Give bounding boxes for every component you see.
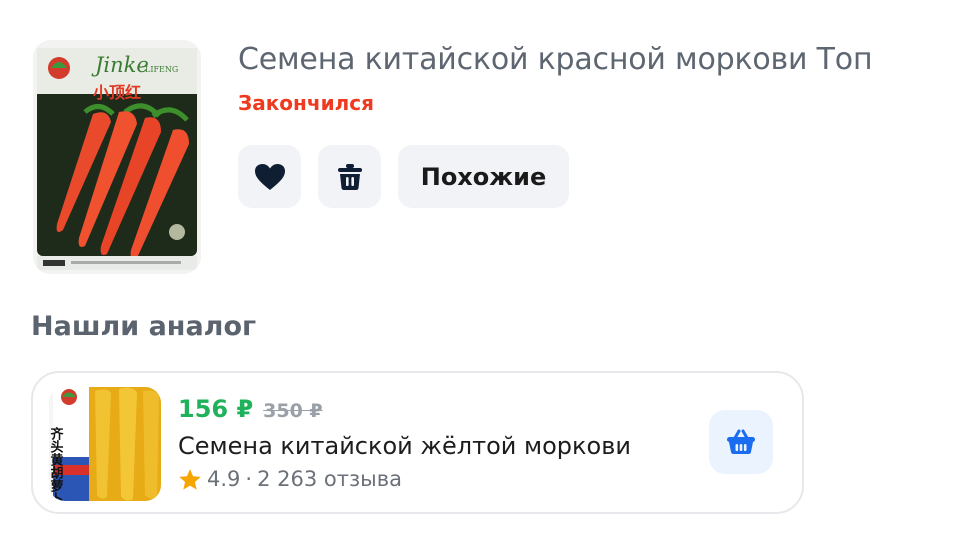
current-price: 156 ₽	[178, 395, 254, 423]
similar-button[interactable]: Похожие	[398, 145, 569, 208]
similar-button-label: Похожие	[420, 162, 547, 191]
carrot-seed-pack-image: Jinke LIFENG 小顶红	[33, 40, 201, 274]
delete-button[interactable]	[318, 145, 381, 208]
star-icon	[179, 468, 201, 490]
add-to-cart-button[interactable]	[709, 410, 773, 474]
svg-text:齐头黄胡萝卜: 齐头黄胡萝卜	[49, 426, 63, 501]
rating-value: 4.9	[207, 467, 241, 491]
price-row: 156 ₽ 350 ₽	[178, 395, 323, 423]
heart-icon	[254, 163, 285, 190]
basket-icon	[727, 429, 755, 454]
svg-text:LIFENG: LIFENG	[145, 65, 178, 74]
favorite-button[interactable]	[238, 145, 301, 208]
rating-separator: ·	[245, 467, 253, 491]
svg-text:小顶红: 小顶红	[93, 83, 141, 102]
reviews-count: 2 263 отзыва	[257, 467, 402, 491]
analog-product-image: 齐头黄胡萝卜	[49, 387, 161, 501]
trash-icon	[337, 163, 362, 190]
out-of-stock-status: Закончился	[238, 91, 374, 115]
yellow-carrot-pack-image: 齐头黄胡萝卜	[49, 387, 161, 501]
analog-product-title[interactable]: Семена китайской жёлтой моркови	[178, 432, 631, 460]
old-price: 350 ₽	[263, 400, 323, 422]
product-image[interactable]: Jinke LIFENG 小顶红	[33, 40, 201, 274]
svg-text:Jinke: Jinke	[91, 53, 149, 77]
analog-section-title: Нашли аналог	[31, 311, 257, 342]
analog-product-card[interactable]: 齐头黄胡萝卜 156 ₽ 350 ₽ Семена китайской жёлт…	[31, 371, 804, 514]
product-title[interactable]: Семена китайской красной моркови Топ	[238, 42, 873, 77]
rating-row[interactable]: 4.9 · 2 263 отзыва	[178, 467, 402, 491]
